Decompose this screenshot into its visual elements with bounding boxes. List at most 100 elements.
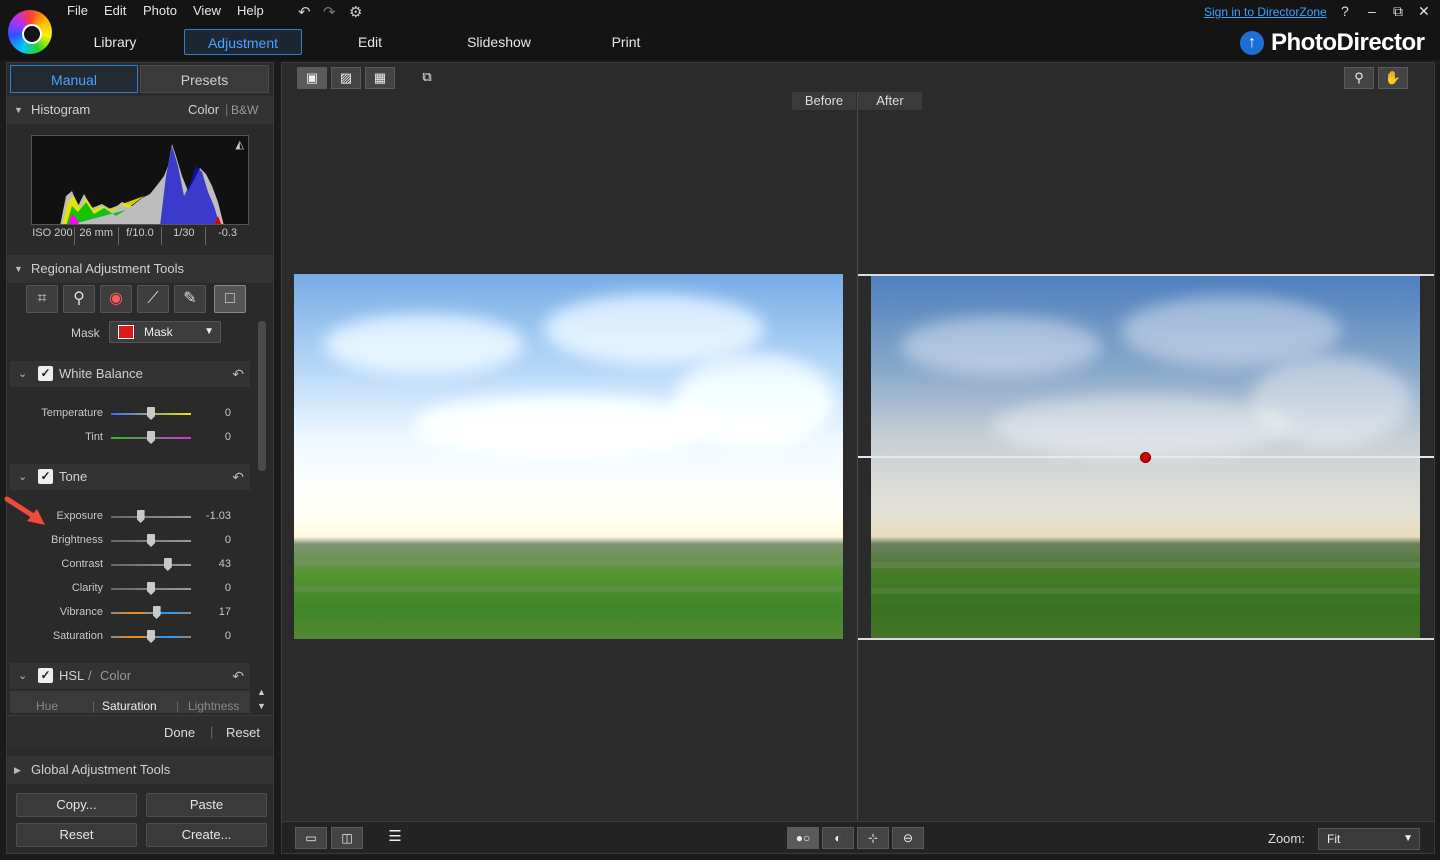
- copy-button[interactable]: Copy...: [16, 793, 137, 817]
- collapse-icon[interactable]: ▼: [14, 255, 23, 283]
- second-display-icon[interactable]: ⧉: [412, 67, 442, 89]
- zoom-dropdown[interactable]: Fit ▼: [1318, 828, 1420, 850]
- collapse-icon[interactable]: ⌄: [18, 361, 27, 387]
- vertical-split-icon[interactable]: ◐: [822, 827, 854, 849]
- histogram-color-toggle[interactable]: Color: [188, 96, 219, 124]
- graduated-filter-icon[interactable]: □: [214, 285, 246, 313]
- adjustment-brush-icon[interactable]: ⟋: [137, 285, 169, 313]
- mode-library[interactable]: Library: [75, 29, 155, 55]
- signin-link[interactable]: Sign in to DirectorZone: [1204, 5, 1327, 19]
- mode-edit[interactable]: Edit: [340, 29, 400, 55]
- slider-thumb[interactable]: [136, 510, 145, 523]
- menu-file[interactable]: File: [67, 3, 88, 18]
- overlay-mask-icon[interactable]: ⊖: [892, 827, 924, 849]
- menu-photo[interactable]: Photo: [143, 3, 177, 18]
- slider-value[interactable]: 0: [197, 630, 231, 642]
- slider-value[interactable]: 0: [197, 534, 231, 546]
- slider-thumb[interactable]: [163, 558, 172, 571]
- hsl-header[interactable]: ⌄ ✓ HSL / Color ↶: [10, 663, 250, 689]
- global-tools-header[interactable]: ▶ Global Adjustment Tools: [7, 756, 273, 784]
- hsl-tab-hue[interactable]: Hue: [36, 699, 58, 713]
- zoom-tool-icon[interactable]: ⚲: [1344, 67, 1374, 89]
- tone-checkbox[interactable]: ✓: [38, 469, 53, 484]
- scroll-down-icon[interactable]: ▼: [257, 701, 266, 711]
- create-preset-button[interactable]: Create...: [146, 823, 267, 847]
- done-button[interactable]: Done: [164, 725, 195, 740]
- hsl-checkbox[interactable]: ✓: [38, 668, 53, 683]
- bottom-toolbar: ▭ ◫ ☰ ●○ ◐ ⊹ ⊖ Zoom: Fit ▼: [282, 821, 1434, 853]
- regional-tools-header[interactable]: ▼ Regional Adjustment Tools: [7, 255, 273, 283]
- hsl-color-toggle[interactable]: Color: [100, 663, 131, 689]
- filter-pin[interactable]: [1140, 452, 1151, 463]
- slider-thumb[interactable]: [147, 630, 155, 643]
- menu-edit[interactable]: Edit: [104, 3, 126, 18]
- collapse-icon[interactable]: ⌄: [18, 663, 27, 689]
- scroll-up-icon[interactable]: ▲: [257, 687, 266, 697]
- help-icon[interactable]: ?: [1341, 3, 1349, 19]
- hsl-tab-lightness[interactable]: Lightness: [188, 699, 239, 713]
- minimize-icon[interactable]: –: [1368, 3, 1376, 19]
- red-eye-icon[interactable]: ◉: [100, 285, 132, 313]
- paste-button[interactable]: Paste: [146, 793, 267, 817]
- history-panel-icon[interactable]: ☰: [379, 827, 411, 849]
- slider-vibrance: Vibrance 17: [7, 603, 247, 623]
- close-icon[interactable]: ✕: [1418, 3, 1430, 20]
- slider-value[interactable]: -1.03: [197, 510, 231, 522]
- slider-thumb[interactable]: [147, 582, 155, 595]
- tone-header[interactable]: ⌄ ✓ Tone ↶: [10, 464, 250, 490]
- histogram-bw-toggle[interactable]: B&W: [231, 96, 258, 124]
- view-compare-icon[interactable]: ▣: [297, 67, 327, 89]
- slider-value[interactable]: 0: [197, 582, 231, 594]
- radial-filter-icon[interactable]: ✎: [174, 285, 206, 313]
- view-single-icon[interactable]: ▨: [331, 67, 361, 89]
- expand-icon[interactable]: ▶: [14, 756, 21, 784]
- mask-dropdown[interactable]: Mask ▼: [109, 321, 221, 343]
- slider-value[interactable]: 0: [197, 407, 231, 419]
- before-after-split-icon[interactable]: ●○: [787, 827, 819, 849]
- pan-hand-icon[interactable]: ✋: [1378, 67, 1408, 89]
- slider-track[interactable]: [111, 612, 191, 614]
- menu-help[interactable]: Help: [237, 3, 264, 18]
- hsl-tab-saturation[interactable]: Saturation: [102, 699, 157, 713]
- undo-icon[interactable]: ↶: [298, 3, 311, 21]
- redo-icon[interactable]: ↷: [323, 3, 336, 21]
- mode-slideshow[interactable]: Slideshow: [455, 29, 543, 55]
- single-view-icon[interactable]: ▭: [295, 827, 327, 849]
- view-grid-icon[interactable]: ▦: [365, 67, 395, 89]
- reset-icon[interactable]: ↶: [232, 464, 244, 490]
- slider-thumb[interactable]: [147, 431, 155, 444]
- slider-track[interactable]: [111, 564, 191, 566]
- clipping-warning-icon[interactable]: ◭: [236, 138, 244, 151]
- slider-value[interactable]: 43: [197, 558, 231, 570]
- white-balance-header[interactable]: ⌄ ✓ White Balance ↶: [10, 361, 250, 387]
- horizontal-split-icon[interactable]: ⊹: [857, 827, 889, 849]
- crop-icon[interactable]: ⌗: [26, 285, 58, 313]
- menu-view[interactable]: View: [193, 3, 221, 18]
- upload-arrow-icon[interactable]: ↑: [1240, 31, 1264, 55]
- spot-removal-icon[interactable]: ⚲: [63, 285, 95, 313]
- reset-regional-button[interactable]: Reset: [226, 725, 260, 740]
- side-by-side-icon[interactable]: ◫: [331, 827, 363, 849]
- reset-icon[interactable]: ↶: [232, 361, 244, 387]
- reset-button[interactable]: Reset: [16, 823, 137, 847]
- panel-scrollbar[interactable]: [258, 321, 266, 471]
- restore-icon[interactable]: ⧉: [1393, 3, 1403, 20]
- histogram-header[interactable]: ▼ Histogram Color | B&W: [7, 96, 273, 124]
- slider-value[interactable]: 17: [197, 606, 231, 618]
- reset-icon[interactable]: ↶: [232, 663, 244, 689]
- settings-icon[interactable]: ⚙: [349, 3, 362, 21]
- collapse-icon[interactable]: ▼: [14, 96, 23, 124]
- slider-thumb[interactable]: [152, 606, 161, 619]
- tab-presets[interactable]: Presets: [140, 65, 269, 93]
- white-balance-checkbox[interactable]: ✓: [38, 366, 53, 381]
- slider-thumb[interactable]: [147, 407, 155, 420]
- tab-manual[interactable]: Manual: [10, 65, 138, 93]
- slider-value[interactable]: 0: [197, 431, 231, 443]
- before-label: Before: [792, 92, 856, 110]
- mode-print[interactable]: Print: [600, 29, 652, 55]
- hsl-title[interactable]: HSL: [59, 663, 84, 689]
- mode-adjustment[interactable]: Adjustment: [184, 29, 302, 55]
- collapse-icon[interactable]: ⌄: [18, 464, 27, 490]
- slider-track[interactable]: [111, 516, 191, 518]
- slider-thumb[interactable]: [147, 534, 155, 547]
